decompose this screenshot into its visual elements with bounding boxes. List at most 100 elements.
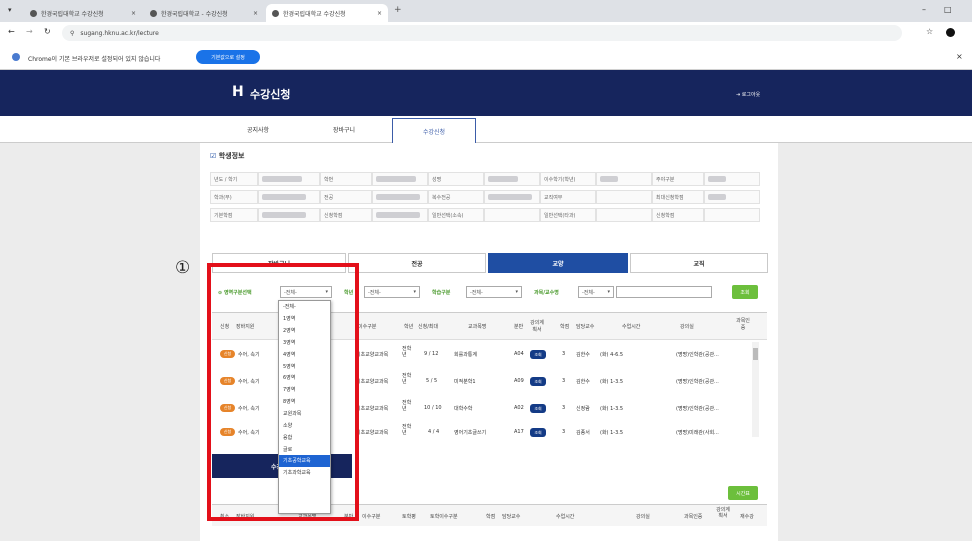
- category-tab-major[interactable]: 전공: [348, 253, 486, 273]
- info-label: 년도 / 학기: [210, 172, 258, 186]
- close-tab-icon[interactable]: ×: [253, 10, 258, 17]
- info-label: 성명: [428, 172, 484, 186]
- table-header: 토학평: [402, 514, 416, 520]
- new-tab-button[interactable]: +: [394, 5, 402, 15]
- info-value: [372, 208, 428, 222]
- grade-select[interactable]: -전체- ▾: [364, 286, 420, 298]
- browser-tab-1[interactable]: 한경국립대학교 수강신청 ×: [24, 4, 142, 22]
- info-icon: ☑: [210, 152, 219, 160]
- table-header: 이수구분: [358, 324, 377, 330]
- info-value: [258, 190, 320, 204]
- subject-search-input[interactable]: [616, 286, 712, 298]
- nav-tab-register[interactable]: 수강신청: [392, 118, 476, 143]
- syllabus-button[interactable]: 조회: [530, 377, 546, 386]
- info-value: [484, 172, 540, 186]
- info-label: 일반선택(타과): [540, 208, 596, 222]
- syllabus-button[interactable]: 조회: [530, 404, 546, 413]
- table-header: 강의계획서: [716, 507, 730, 519]
- info-value: [484, 190, 540, 204]
- table-header: 과목인증: [736, 318, 750, 331]
- close-tab-icon[interactable]: ×: [131, 10, 136, 17]
- info-label: 신청학점: [320, 208, 372, 222]
- table-header: 분반: [514, 324, 524, 330]
- blurred-value: [708, 194, 726, 200]
- blurred-value: [262, 176, 302, 182]
- site-header: H 수강신청 ⇥ 로그아웃: [0, 70, 972, 116]
- info-label: 신청학점: [652, 208, 704, 222]
- search-button[interactable]: 조회: [732, 285, 758, 299]
- subject-filter-label: 과목/교수명: [534, 290, 559, 296]
- forward-icon[interactable]: →: [26, 27, 33, 36]
- info-value: [704, 208, 760, 222]
- chevron-down-icon: ▾: [515, 289, 518, 295]
- table-header: 강의실: [680, 324, 694, 330]
- main-nav: 공지사항 장바구니 수강신청: [0, 116, 972, 143]
- minimize-button[interactable]: –: [922, 5, 926, 14]
- table-header: 담당교수: [502, 514, 521, 520]
- tab-search-icon[interactable]: ▾: [8, 6, 12, 14]
- subject-select[interactable]: -전체- ▾: [578, 286, 614, 298]
- close-tab-icon[interactable]: ×: [377, 10, 382, 17]
- category-tab-teaching[interactable]: 교직: [630, 253, 768, 273]
- url-field[interactable]: ⚲ sugang.hknu.ac.kr/lecture: [62, 25, 902, 41]
- info-label: 이수학기(학년): [540, 172, 596, 186]
- table-header: 강의실: [636, 514, 650, 520]
- browser-tab-bar: ▾ 한경국립대학교 수강신청 × 한경국립대학교 - 수강신청 × 한경국립대학…: [0, 0, 972, 22]
- favicon-icon: [30, 9, 37, 17]
- table-header: 강의계획서: [530, 320, 544, 333]
- info-value: [596, 208, 652, 222]
- table-header: 수업시간: [622, 324, 641, 330]
- type-filter-label: 학습구분: [432, 290, 451, 296]
- set-default-button[interactable]: 기본값으로 설정: [196, 50, 260, 64]
- scrollbar-thumb[interactable]: [753, 348, 758, 360]
- info-value: [372, 172, 428, 186]
- annotation-marker: ①: [175, 258, 191, 278]
- info-value: [258, 172, 320, 186]
- logout-button[interactable]: ⇥ 로그아웃: [736, 91, 760, 98]
- site-info-icon[interactable]: ⚲: [70, 30, 74, 37]
- infobar-text: Chrome이 기본 브라우저로 설정되어 있지 않습니다: [28, 56, 161, 63]
- annotation-highlight-box: [207, 263, 359, 521]
- table-header: 신청/최대: [418, 324, 439, 330]
- syllabus-button[interactable]: 조회: [530, 350, 546, 359]
- table-header: 담당교수: [576, 324, 595, 330]
- favicon-icon: [272, 9, 279, 17]
- info-label: 교직여부: [540, 190, 596, 204]
- blurred-value: [262, 194, 306, 200]
- reload-icon[interactable]: ↻: [44, 27, 51, 36]
- bookmark-star-icon[interactable]: ☆: [926, 27, 933, 36]
- type-select[interactable]: -전체- ▾: [466, 286, 522, 298]
- table-scrollbar[interactable]: [752, 342, 759, 437]
- blurred-value: [488, 176, 518, 182]
- blurred-value: [376, 176, 416, 182]
- table-header: 학점: [560, 324, 570, 330]
- timetable-button[interactable]: 시간표: [728, 486, 758, 500]
- chevron-down-icon: ▾: [413, 289, 416, 295]
- back-icon[interactable]: ←: [8, 27, 15, 36]
- blurred-value: [488, 194, 532, 200]
- maximize-button[interactable]: □: [944, 5, 952, 14]
- table-header: 학년: [404, 324, 414, 330]
- nav-tab-cart[interactable]: 장바구니: [300, 116, 388, 143]
- profile-icon[interactable]: [946, 28, 955, 37]
- site-title: 수강신청: [250, 88, 291, 101]
- table-header: 학점: [486, 514, 496, 520]
- info-label: 최대신청학점: [652, 190, 704, 204]
- nav-tab-notice[interactable]: 공지사항: [216, 116, 300, 143]
- close-infobar-icon[interactable]: ×: [956, 52, 963, 61]
- table-header: 재수강: [740, 514, 754, 520]
- table-header: 과목인증: [684, 514, 703, 520]
- table-header: 이수구분: [362, 514, 381, 520]
- browser-tab-2[interactable]: 한경국립대학교 - 수강신청 ×: [144, 4, 264, 22]
- info-label: 기본학점: [210, 208, 258, 222]
- info-label: 학과(부): [210, 190, 258, 204]
- syllabus-button[interactable]: 조회: [530, 428, 546, 437]
- browser-tab-3[interactable]: 한경국립대학교 수강신청 ×: [266, 4, 388, 22]
- favicon-icon: [150, 9, 157, 17]
- blurred-value: [262, 212, 306, 218]
- info-value: [704, 190, 760, 204]
- info-value: [484, 208, 540, 222]
- category-tab-liberal[interactable]: 교양: [488, 253, 628, 273]
- chrome-icon: [12, 53, 20, 61]
- logo[interactable]: H: [232, 84, 244, 100]
